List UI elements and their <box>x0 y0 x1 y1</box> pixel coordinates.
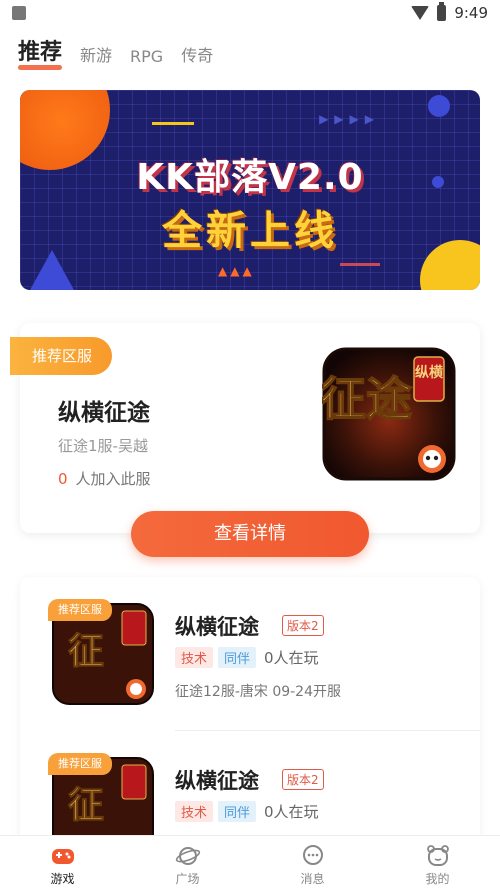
featured-server-card[interactable]: 推荐区服 纵横征途 征途1服-吴越 0 人加入此服 纵横 征途 <box>10 323 480 533</box>
message-icon <box>302 845 323 865</box>
list-item[interactable]: 征 推荐区服 纵横征途 版本2 技术 同伴 0人在玩 <box>20 731 480 835</box>
tag-chip: 同伴 <box>218 647 257 668</box>
game-icon[interactable]: 纵横 征途 <box>322 347 456 481</box>
banner-decoration <box>428 95 450 117</box>
nav-square[interactable]: 广场 <box>125 836 250 888</box>
tab-rpg[interactable]: RPG <box>130 47 163 66</box>
banner-decoration <box>30 250 74 290</box>
tab-legend[interactable]: 传奇 <box>181 42 213 66</box>
online-count: 0人在玩 <box>264 803 319 821</box>
version-badge: 版本2 <box>282 615 324 636</box>
banner-subtitle: 全新上线 <box>162 208 338 254</box>
promo-banner[interactable]: ▶▶▶▶ ▲▲▲ KK部落V2.0 全新上线 <box>20 90 480 290</box>
profile-icon <box>426 845 449 866</box>
nav-games-label: 游戏 <box>50 872 75 886</box>
featured-ribbon: 推荐区服 <box>10 337 113 375</box>
featured-join-count: 0 人加入此服 <box>58 468 151 489</box>
tab-recommend[interactable]: 推荐 <box>18 34 63 70</box>
join-count-number: 0 <box>58 470 68 488</box>
nav-square-label: 广场 <box>175 872 200 886</box>
game-name: 纵横征途 <box>175 769 259 793</box>
battery-icon <box>437 2 447 21</box>
nav-messages-label: 消息 <box>300 872 325 886</box>
join-count-text: 人加入此服 <box>75 470 151 488</box>
gamepad-icon <box>51 849 74 864</box>
game-name: 纵横征途 <box>175 615 259 639</box>
online-count: 0人在玩 <box>264 649 319 667</box>
nav-profile-label: 我的 <box>425 872 450 886</box>
nav-messages[interactable]: 消息 <box>250 836 375 888</box>
banner-decoration <box>152 122 194 125</box>
svg-text:征: 征 <box>68 630 104 672</box>
svg-text:征途: 征途 <box>322 372 412 426</box>
featured-game-name: 纵横征途 <box>58 400 150 426</box>
server-list: 征 推荐区服 纵横征途 版本2 技术 同伴 0人在玩 征途12服-唐宋 09-2… <box>20 577 480 835</box>
tab-new-games[interactable]: 新游 <box>80 42 112 66</box>
banner-arrows-icon: ▶▶▶▶ <box>319 112 380 126</box>
bottom-nav: 游戏 广场 消息 我的 <box>0 835 500 888</box>
banner-decoration <box>340 263 380 266</box>
svg-text:征: 征 <box>68 784 104 826</box>
tag-chip: 同伴 <box>218 801 257 822</box>
recommend-tag: 推荐区服 <box>48 753 112 775</box>
top-tabs: 推荐 新游 RPG 传奇 <box>0 28 500 80</box>
status-bar: 9:49 <box>0 0 500 28</box>
list-item[interactable]: 征 推荐区服 纵横征途 版本2 技术 同伴 0人在玩 征途12服-唐宋 09-2… <box>20 577 480 731</box>
view-details-button[interactable]: 查看详情 <box>131 511 369 557</box>
svg-text:纵横: 纵横 <box>415 364 444 381</box>
nav-profile[interactable]: 我的 <box>375 836 500 888</box>
version-badge: 版本2 <box>282 769 324 790</box>
nav-games[interactable]: 游戏 <box>0 836 125 888</box>
recommend-tag: 推荐区服 <box>48 599 112 621</box>
featured-server-name: 征途1服-吴越 <box>58 437 148 455</box>
wifi-icon <box>411 6 430 20</box>
banner-title: KK部落V2.0 <box>136 157 364 198</box>
banner-triangles-icon: ▲▲▲ <box>218 264 255 278</box>
tag-chip: 技术 <box>175 647 214 668</box>
content-page[interactable]: ▶▶▶▶ ▲▲▲ KK部落V2.0 全新上线 推荐区服 纵横征途 征途1服-吴越… <box>0 80 500 835</box>
planet-icon <box>175 847 200 865</box>
status-time: 9:49 <box>454 4 488 22</box>
tag-chip: 技术 <box>175 801 214 822</box>
server-info: 征途12服-唐宋 09-24开服 <box>175 684 341 700</box>
notification-icon <box>12 6 26 20</box>
